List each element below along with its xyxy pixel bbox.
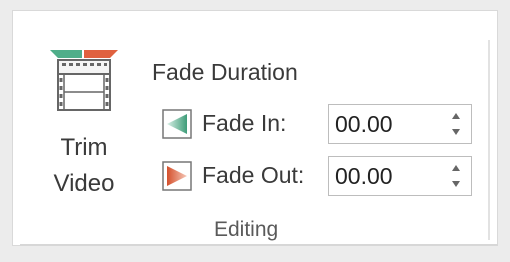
fade-in-icon <box>162 109 192 139</box>
fade-duration-title: Fade Duration <box>152 59 298 85</box>
fade-in-spin-arrows <box>447 109 465 139</box>
spin-up-icon[interactable] <box>447 161 465 175</box>
fade-out-label: Fade Out: <box>202 162 305 188</box>
film-trim-icon <box>50 50 118 111</box>
fade-out-icon <box>162 161 192 191</box>
trim-video-label-line1: Trim <box>60 134 108 161</box>
fade-in-input[interactable] <box>335 111 435 137</box>
group-label-editing: Editing <box>214 218 279 241</box>
fade-in-label: Fade In: <box>202 110 287 136</box>
fade-out-spin-arrows <box>447 161 465 191</box>
fade-out-spinner[interactable] <box>328 156 472 196</box>
fade-in-spinner[interactable] <box>328 104 472 144</box>
spin-up-icon[interactable] <box>447 109 465 123</box>
trim-video-button[interactable]: Trim Video <box>34 44 134 214</box>
fade-out-input[interactable] <box>335 163 435 189</box>
group-bottom-divider <box>20 244 498 246</box>
group-separator <box>488 40 490 240</box>
spin-down-icon[interactable] <box>447 177 465 191</box>
trim-video-label-line2: Video <box>53 170 115 197</box>
spin-down-icon[interactable] <box>447 125 465 139</box>
